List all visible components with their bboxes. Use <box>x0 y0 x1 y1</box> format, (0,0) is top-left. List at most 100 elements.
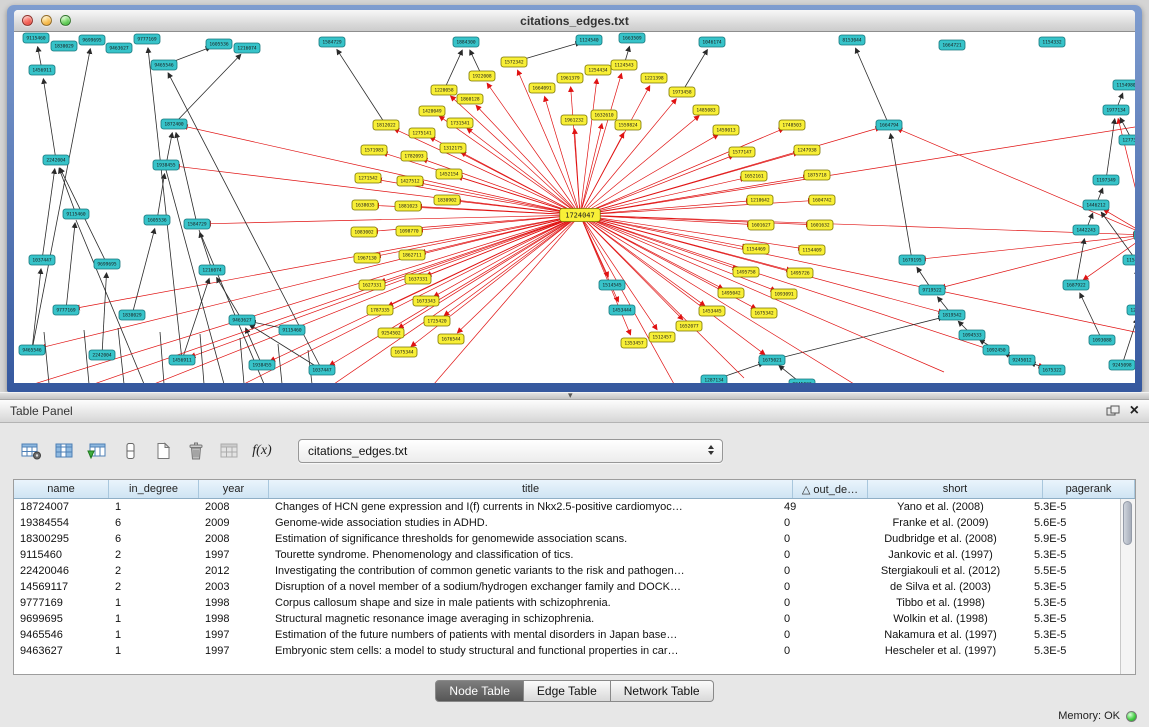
column-header-pagerank[interactable]: pagerank <box>1043 480 1135 498</box>
column-header-name[interactable]: name <box>14 480 109 498</box>
table-row[interactable]: 1938455462009Genome-wide association stu… <box>14 515 1120 531</box>
cell-short: de Silva et al. (2003) <box>853 579 1028 595</box>
graph-node-label: 1453444 <box>612 308 632 314</box>
graph-edge <box>580 215 1135 235</box>
table-panel-title: Table Panel <box>10 404 1106 418</box>
graph-edge <box>580 135 718 215</box>
graph-node-label: 9245012 <box>1012 358 1032 364</box>
graph-node-label: 9465546 <box>154 63 174 69</box>
dropdown-arrows-icon <box>708 445 714 455</box>
table-row[interactable]: 946362711997Embryonic stem cells: a mode… <box>14 643 1120 659</box>
function-icon: f(x) <box>252 443 271 459</box>
traffic-lights <box>22 15 71 26</box>
graph-node-label: 1675322 <box>1042 368 1062 374</box>
graph-node-label: 1485083 <box>696 108 716 114</box>
table-tabs: Node Table Edge Table Network Table <box>0 675 1149 707</box>
table-chooser-value: citations_edges.txt <box>308 444 407 458</box>
zoom-button[interactable] <box>60 15 71 26</box>
cell-pagerank: 5.3E-5 <box>1028 643 1120 659</box>
cell-year: 1998 <box>199 611 269 627</box>
graph-edge <box>166 170 224 383</box>
graph-node-label: 9115460 <box>282 328 302 334</box>
table-row[interactable]: 1872400712008Changes of HCN gene express… <box>14 499 1120 515</box>
import-table-button[interactable] <box>214 437 244 465</box>
graph-node-label: 1675344 <box>394 350 414 356</box>
close-button[interactable] <box>22 15 33 26</box>
graph-edge <box>891 134 912 260</box>
new-column-button[interactable] <box>148 437 178 465</box>
graph-node-label: 1884300 <box>456 40 476 46</box>
edge-table-tab[interactable]: Edge Table <box>524 680 611 702</box>
graph-node-label: 1577147 <box>732 150 752 156</box>
graph-node-label: 9245098 <box>1112 363 1132 369</box>
graph-edge <box>545 97 580 215</box>
network-window-titlebar[interactable]: citations_edges.txt <box>14 10 1135 32</box>
table-row[interactable]: 1830029562008Estimation of significance … <box>14 531 1120 547</box>
network-canvas[interactable]: 9115460183002996996959463627977716914569… <box>14 32 1135 383</box>
graph-edge <box>1106 119 1115 180</box>
graph-node-label: 1495726 <box>790 271 810 277</box>
table-options-button[interactable] <box>16 437 46 465</box>
node-table-tab[interactable]: Node Table <box>435 680 524 702</box>
table-row[interactable]: 1456911722003Disruption of a novel membe… <box>14 579 1120 595</box>
table-panel-header: Table Panel × <box>0 400 1149 423</box>
cell-out_degree: 0 <box>778 531 853 547</box>
graph-edge <box>580 215 854 383</box>
function-builder-button[interactable]: f(x) <box>247 437 277 465</box>
table-row[interactable]: 946554611997Estimation of the future num… <box>14 627 1120 643</box>
graph-node-label: 1495042 <box>721 291 741 297</box>
graph-edge <box>580 127 1135 215</box>
network-window[interactable]: citations_edges.txt 91154601830029969969… <box>7 5 1142 392</box>
graph-edge <box>1076 239 1084 285</box>
column-header-title[interactable]: title <box>269 480 793 498</box>
graph-edge <box>422 159 580 215</box>
graph-edge <box>44 332 49 383</box>
close-panel-icon[interactable]: × <box>1130 404 1139 418</box>
graph-node-label: 1514545 <box>602 283 622 289</box>
table-chooser-dropdown[interactable]: citations_edges.txt <box>298 439 723 463</box>
cell-in_degree: 6 <box>109 515 199 531</box>
network-table-tab[interactable]: Network Table <box>611 680 714 702</box>
column-header-short[interactable]: short <box>868 480 1043 498</box>
graph-node-label: 1605536 <box>147 218 167 224</box>
column-chooser-button[interactable] <box>49 437 79 465</box>
column-header-in_degree[interactable]: in_degree <box>109 480 199 498</box>
scrollbar-thumb[interactable] <box>1123 501 1132 545</box>
cell-out_degree: 0 <box>778 515 853 531</box>
float-panel-icon[interactable] <box>1106 405 1120 417</box>
graph-node-label: 1453445 <box>702 309 722 315</box>
graph-node-label: 1154980 <box>1116 83 1135 89</box>
graph-edge <box>580 215 1043 367</box>
table-row[interactable]: 2242004622012Investigating the contribut… <box>14 563 1120 579</box>
cell-out_degree: 49 <box>778 499 853 515</box>
cell-name: 14569117 <box>14 579 109 595</box>
select-all-rows-button[interactable] <box>82 437 112 465</box>
cell-year: 1998 <box>199 595 269 611</box>
graph-node-label: 1572342 <box>504 60 524 66</box>
minimize-button[interactable] <box>41 15 52 26</box>
graph-node[interactable] <box>1134 230 1135 240</box>
cell-out_degree: 0 <box>778 643 853 659</box>
row-height-icon <box>124 442 137 460</box>
cell-pagerank: 5.9E-5 <box>1028 531 1120 547</box>
table-row[interactable]: 977716911998Corpus callosum shape and si… <box>14 595 1120 611</box>
graph-node-label: 9115460 <box>26 36 46 42</box>
cell-short: Tibbo et al. (1998) <box>853 595 1028 611</box>
row-height-button[interactable] <box>115 437 145 465</box>
graph-edge <box>43 79 56 160</box>
table-vertical-scrollbar[interactable] <box>1120 499 1135 674</box>
graph-node-label: 1830902 <box>437 198 457 204</box>
delete-column-button[interactable] <box>181 437 211 465</box>
column-header-out_degree[interactable]: △ out_de… <box>793 480 868 498</box>
graph-node-label: 1663509 <box>622 36 642 42</box>
graph-edge <box>487 83 580 215</box>
table-row[interactable]: 969969511998Structural magnetic resonanc… <box>14 611 1120 627</box>
graph-node-label: 1277341 <box>1122 138 1135 144</box>
graph-edge <box>42 169 55 260</box>
table-row[interactable]: 911546021997Tourette syndrome. Phenomeno… <box>14 547 1120 563</box>
panel-divider[interactable]: ▾ <box>0 392 1149 399</box>
graph-edge <box>200 233 212 270</box>
cell-short: Dudbridge et al. (2008) <box>853 531 1028 547</box>
column-header-year[interactable]: year <box>199 480 269 498</box>
cell-short: Yano et al. (2008) <box>853 499 1028 515</box>
